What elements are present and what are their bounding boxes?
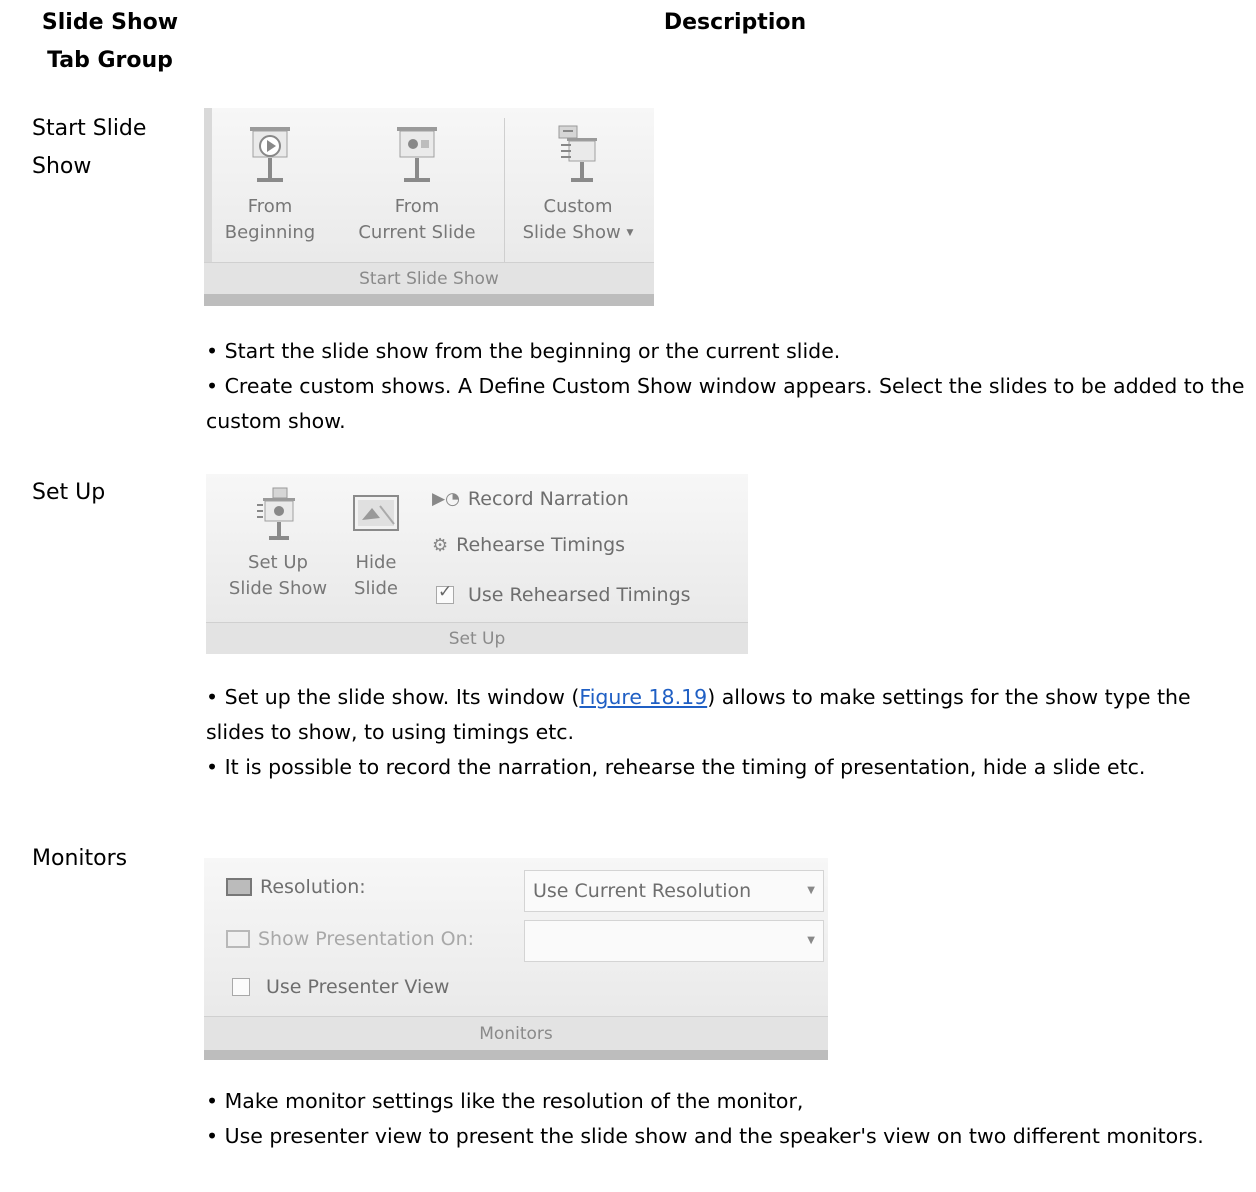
column-header-group-line2: Tab Group [47, 48, 173, 73]
figure-link[interactable]: Figure 18.19 [579, 685, 707, 709]
rehearse-timings-label: Rehearse Timings [456, 534, 626, 556]
description-monitors: • Make monitor settings like the resolut… [206, 1084, 1246, 1154]
from-current-slide-line1: From [394, 196, 440, 217]
bullet-item: • Set up the slide show. Its window (Fig… [206, 680, 1246, 750]
custom-slide-show-label: Slide Show [522, 222, 621, 243]
column-header-description: Description [663, 10, 807, 35]
bullet-item: • Start the slide show from the beginnin… [206, 339, 841, 363]
custom-slide-show-line2: Slide Show ▼ [508, 220, 648, 246]
set-up-slide-show-line2: Slide Show [228, 578, 328, 599]
hide-slide-line1: Hide [355, 552, 397, 573]
bullet-item: • Create custom shows. A Define Custom S… [206, 374, 1245, 433]
projector-screen-icon [397, 127, 437, 182]
ribbon-set-up: Set Up Slide Show Hide Slide ▶◔ Record N… [206, 474, 748, 654]
row-name-start-slide-show: Start Slide Show [32, 110, 146, 186]
resolution-label: Resolution: [260, 876, 366, 898]
from-current-slide-line2: Current Slide [358, 222, 476, 243]
record-narration-icon: ▶◔ [432, 489, 460, 509]
resolution-dropdown[interactable]: Use Current Resolution ▼ [524, 870, 824, 912]
bullet-text: • Set up the slide show. Its window ( [206, 685, 580, 709]
from-current-slide-button[interactable]: From Current Slide [342, 124, 492, 246]
ribbon-group-caption: Start Slide Show [204, 262, 654, 295]
set-up-slide-show-icon [257, 487, 295, 540]
show-presentation-on-icon [226, 930, 250, 948]
dropdown-arrow-icon: ▼ [626, 228, 634, 238]
description-set-up: • Set up the slide show. Its window (Fig… [206, 680, 1246, 785]
row-name-set-up: Set Up [32, 480, 106, 505]
separator [504, 118, 505, 266]
ribbon-group-caption: Monitors [204, 1016, 828, 1051]
custom-slide-show-icon [558, 125, 597, 182]
custom-slide-show-line1: Custom [543, 196, 613, 217]
row-name-line2: Show [32, 154, 92, 179]
use-rehearsed-timings-checkbox-row[interactable]: Use Rehearsed Timings [436, 582, 691, 606]
hide-slide-line2: Slide [354, 578, 398, 599]
from-beginning-button[interactable]: From Beginning [220, 124, 320, 246]
dropdown-arrow-icon: ▼ [807, 885, 815, 896]
column-header-group-line1: Slide Show [41, 10, 179, 35]
bullet-item: • Make monitor settings like the resolut… [206, 1089, 804, 1113]
resolution-row: Resolution: [226, 876, 366, 898]
ribbon-group-caption: Set Up [206, 622, 748, 654]
row-name-line1: Start Slide [32, 116, 147, 141]
ribbon-monitors: Resolution: Use Current Resolution ▼ Sho… [204, 858, 828, 1060]
set-up-slide-show-button[interactable]: Set Up Slide Show [210, 486, 346, 602]
from-beginning-line2: Beginning [224, 222, 316, 243]
dropdown-arrow-icon: ▼ [807, 935, 815, 946]
use-rehearsed-timings-checkbox[interactable] [436, 582, 454, 604]
use-presenter-view-checkbox[interactable] [232, 978, 250, 996]
row-name-monitors: Monitors [32, 846, 128, 871]
custom-slide-show-button[interactable]: Custom Slide Show ▼ [508, 124, 648, 246]
record-narration-button[interactable]: ▶◔ Record Narration [432, 488, 629, 510]
bullet-item: • It is possible to record the narration… [206, 755, 1146, 779]
resolution-icon [226, 878, 252, 896]
set-up-slide-show-line1: Set Up [248, 552, 308, 573]
record-narration-label: Record Narration [467, 488, 629, 510]
use-presenter-view-row[interactable]: Use Presenter View [232, 976, 449, 998]
bullet-item: • Use presenter view to present the slid… [206, 1124, 1204, 1148]
show-presentation-on-label: Show Presentation On: [258, 928, 475, 950]
rehearse-timings-icon: ⚙ [432, 534, 449, 556]
description-start-slide-show: • Start the slide show from the beginnin… [206, 334, 1246, 439]
column-header-group: Slide Show Tab Group [30, 4, 190, 80]
use-presenter-view-label: Use Presenter View [266, 976, 450, 998]
from-beginning-line1: From [247, 196, 293, 217]
rehearse-timings-button[interactable]: ⚙ Rehearse Timings [432, 534, 625, 556]
use-rehearsed-timings-label: Use Rehearsed Timings [468, 584, 691, 606]
resolution-value: Use Current Resolution [533, 880, 752, 902]
projector-play-icon [250, 127, 290, 182]
show-presentation-on-row: Show Presentation On: [226, 928, 474, 950]
hide-slide-button[interactable]: Hide Slide [346, 486, 406, 602]
ribbon-start-slide-show: From Beginning From Current Slide Custom [204, 108, 654, 306]
show-presentation-on-dropdown[interactable]: ▼ [524, 920, 824, 962]
hide-slide-icon [353, 495, 399, 531]
